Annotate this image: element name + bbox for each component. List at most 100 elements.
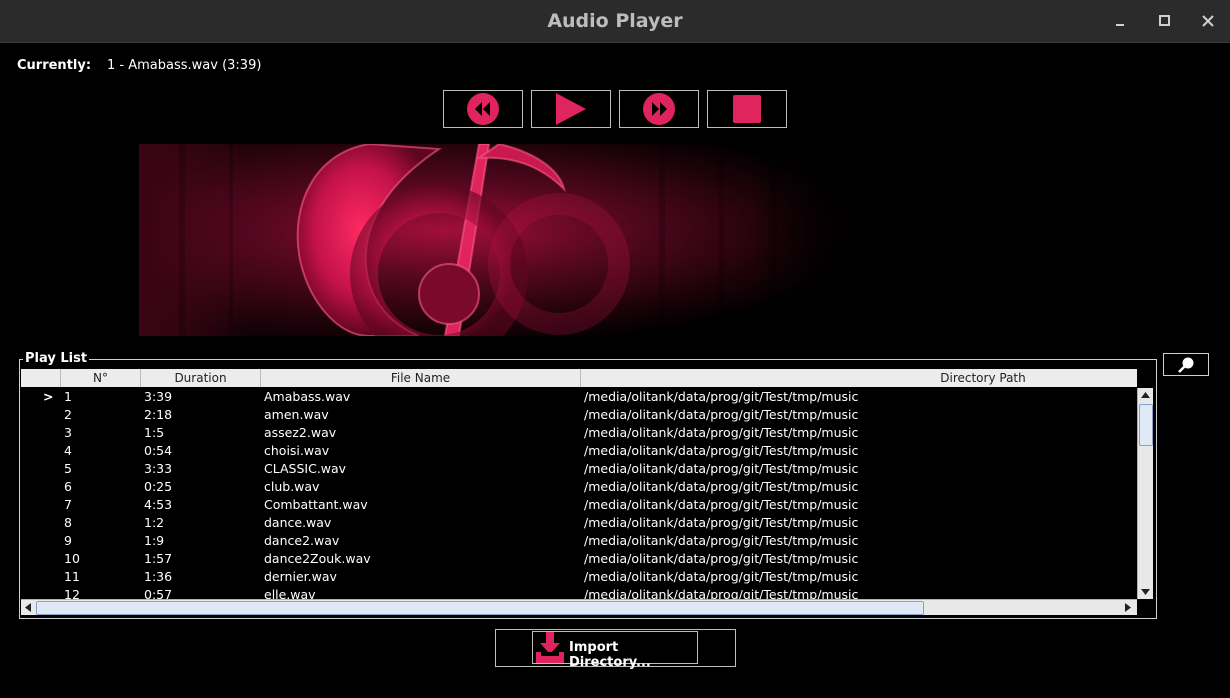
cell-path: /media/olitank/data/prog/git/Test/tmp/mu… [584, 407, 859, 422]
cell-n: 11 [64, 569, 80, 584]
current-track-marker [43, 496, 61, 514]
title-bar: Audio Player [0, 0, 1230, 43]
table-row[interactable]: 5 3:33 CLASSIC.wav/media/olitank/data/prog… [21, 460, 1137, 478]
cell-n: 2 [64, 407, 72, 422]
column-header-duration[interactable]: Duration [141, 369, 261, 387]
download-icon [536, 632, 564, 663]
table-row[interactable]: 6 0:25 club.wav/media/olitank/data/prog/gi… [21, 478, 1137, 496]
cell-n: 7 [64, 497, 72, 512]
cell-duration: 3:33 [144, 461, 173, 476]
horizontal-scroll-thumb[interactable] [36, 601, 924, 615]
cell-file: Amabass.wav [264, 389, 351, 404]
cell-duration: 4:53 [144, 497, 173, 512]
cell-duration: 2:18 [144, 407, 173, 422]
window-title: Audio Player [547, 10, 683, 32]
table-row[interactable]: 10 1:57 dance2Zouk.wav/media/olitank/data/… [21, 550, 1137, 568]
album-art-banner [139, 142, 861, 363]
current-track-marker [43, 478, 61, 496]
maximize-icon[interactable] [1154, 11, 1174, 31]
cell-file: amen.wav [264, 407, 329, 422]
scroll-left-icon[interactable] [21, 600, 35, 615]
rewind-button[interactable] [443, 90, 523, 128]
cell-path: /media/olitank/data/prog/git/Test/tmp/mu… [584, 479, 859, 494]
cell-duration: 1:5 [144, 425, 165, 440]
cell-path: /media/olitank/data/prog/git/Test/tmp/mu… [584, 569, 859, 584]
cell-duration: 0:54 [144, 443, 173, 458]
cell-n: 9 [64, 533, 72, 548]
import-directory-inner[interactable]: Import Directory... [532, 631, 698, 670]
cell-duration: 1:9 [144, 533, 165, 548]
horizontal-scrollbar[interactable] [21, 599, 1137, 615]
import-directory-button[interactable]: Import Directory... [495, 629, 736, 670]
cell-duration: 0:25 [144, 479, 173, 494]
column-header-directory-path[interactable]: Directory Path [581, 369, 1230, 387]
cell-path: /media/olitank/data/prog/git/Test/tmp/mu… [584, 425, 859, 440]
table-row[interactable]: 3 1:5 assez2.wav/media/olitank/data/prog/g… [21, 424, 1137, 442]
cell-n: 6 [64, 479, 72, 494]
cell-n: 5 [64, 461, 72, 476]
current-track-marker [43, 532, 61, 550]
current-track-marker [43, 406, 61, 424]
current-track-marker [43, 424, 61, 442]
table-row[interactable]: 8 1:2 dance.wav/media/olitank/data/prog/gi… [21, 514, 1137, 532]
cell-file: elle.wav [264, 587, 316, 599]
cell-file: dance.wav [264, 515, 332, 530]
current-track-marker: > [43, 389, 54, 404]
cell-path: /media/olitank/data/prog/git/Test/tmp/mu… [584, 515, 859, 530]
cell-duration: 3:39 [144, 389, 173, 404]
cell-file: club.wav [264, 479, 320, 494]
vertical-scroll-thumb[interactable] [1139, 404, 1153, 446]
fast-forward-button[interactable] [619, 90, 699, 128]
scroll-up-icon[interactable] [1138, 388, 1153, 402]
column-header-number[interactable]: N° [61, 369, 141, 387]
cell-n: 4 [64, 443, 72, 458]
cell-n: 3 [64, 425, 72, 440]
column-header-file-name[interactable]: File Name [261, 369, 581, 387]
vertical-scrollbar[interactable] [1137, 388, 1153, 599]
cell-n: 8 [64, 515, 72, 530]
cell-file: choisi.wav [264, 443, 330, 458]
rewind-icon [467, 93, 499, 125]
stop-button[interactable] [707, 90, 787, 128]
scroll-right-icon[interactable] [1121, 600, 1135, 615]
stop-icon [733, 95, 761, 123]
cell-duration: 1:2 [144, 515, 165, 530]
table-row[interactable]: 9 1:9 dance2.wav/media/olitank/data/prog/g… [21, 532, 1137, 550]
cell-file: dernier.wav [264, 569, 337, 584]
playlist-title: Play List [23, 351, 90, 366]
playlist-table-header: N° Duration File Name Directory Path [21, 369, 1137, 387]
current-track-marker [43, 460, 61, 478]
current-track-marker [43, 550, 61, 568]
treble-clef-icon [139, 142, 861, 363]
play-button[interactable] [531, 90, 611, 128]
minimize-icon[interactable] [1110, 11, 1130, 31]
cell-duration: 0:57 [144, 587, 173, 599]
fast-forward-icon [643, 93, 675, 125]
current-track-value: 1 - Amabass.wav (3:39) [107, 58, 262, 73]
cell-path: /media/olitank/data/prog/git/Test/tmp/mu… [584, 551, 859, 566]
scroll-down-icon[interactable] [1138, 585, 1153, 599]
table-row[interactable]: >1 3:39 Amabass.wav/media/olitank/data/pro… [21, 388, 1137, 406]
cell-file: assez2.wav [264, 425, 337, 440]
cell-path: /media/olitank/data/prog/git/Test/tmp/mu… [584, 389, 859, 404]
table-row[interactable]: 7 4:53 Combattant.wav/media/olitank/data/p… [21, 496, 1137, 514]
cell-n: 12 [64, 587, 80, 599]
cell-path: /media/olitank/data/prog/git/Test/tmp/mu… [584, 443, 859, 458]
close-icon[interactable] [1198, 11, 1218, 31]
table-row[interactable]: 11 1:36 dernier.wav/media/olitank/data/pro… [21, 568, 1137, 586]
import-directory-label: Import Directory... [569, 640, 651, 670]
current-track-marker [43, 586, 61, 599]
playlist-table-body: >1 3:39 Amabass.wav/media/olitank/data/pro… [21, 388, 1137, 599]
cell-file: Combattant.wav [264, 497, 368, 512]
cell-duration: 1:36 [144, 569, 173, 584]
play-icon [556, 93, 586, 125]
table-row[interactable]: 12 0:57 elle.wav/media/olitank/data/prog/g… [21, 586, 1137, 599]
column-header-marker[interactable] [21, 369, 61, 387]
cell-path: /media/olitank/data/prog/git/Test/tmp/mu… [584, 533, 859, 548]
current-track-marker [43, 514, 61, 532]
table-row[interactable]: 4 0:54 choisi.wav/media/olitank/data/prog/… [21, 442, 1137, 460]
table-row[interactable]: 2 2:18 amen.wav/media/olitank/data/prog/gi… [21, 406, 1137, 424]
cell-duration: 1:57 [144, 551, 173, 566]
cell-n: 1 [64, 389, 72, 404]
current-track-label: Currently: [17, 58, 92, 73]
